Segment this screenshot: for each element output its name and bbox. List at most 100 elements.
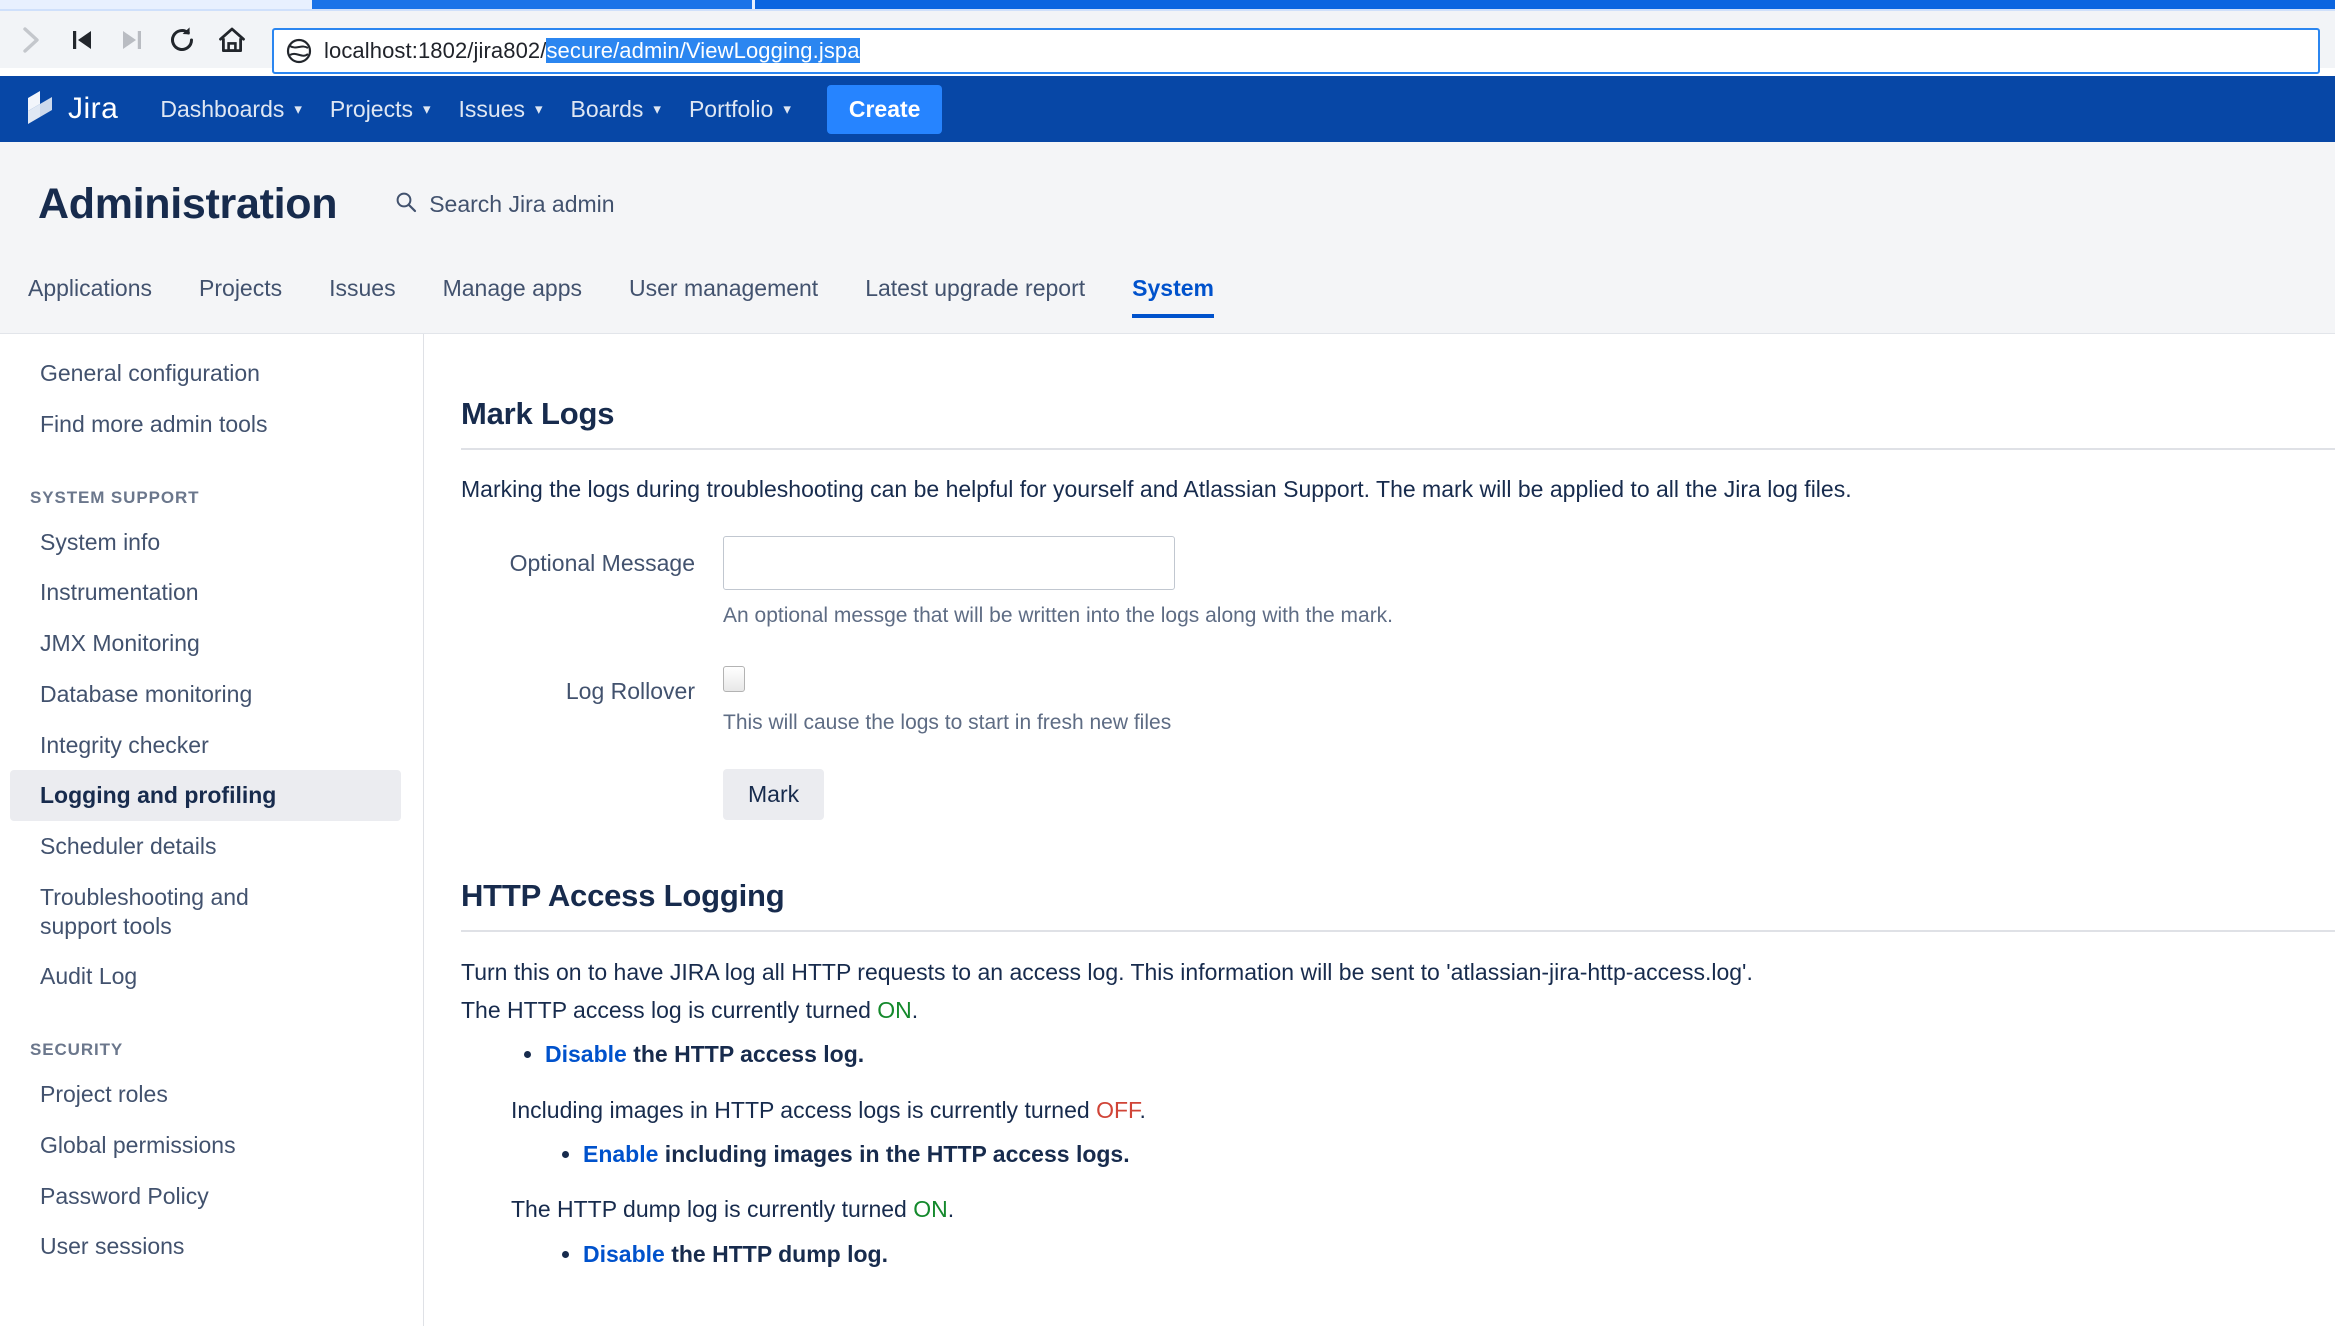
sidebar-item-find-more-admin-tools[interactable]: Find more admin tools <box>10 399 401 450</box>
browser-tab-other[interactable] <box>755 0 2335 9</box>
sidebar-item-user-sessions[interactable]: User sessions <box>10 1221 401 1272</box>
http-access-action-list: Disable the HTTP access log. <box>461 1037 2335 1072</box>
jira-logo-icon <box>26 89 60 130</box>
enable-images-http-access-link[interactable]: Enable <box>583 1141 658 1167</box>
chevron-down-icon: ▾ <box>783 102 791 117</box>
jira-logo-text: Jira <box>68 92 118 126</box>
sidebar-item-logging-and-profiling[interactable]: Logging and profiling <box>10 770 401 821</box>
jira-top-navigation: Jira Dashboards ▾ Projects ▾ Issues ▾ Bo… <box>0 76 2335 142</box>
browser-toolbar: localhost:1802/jira802/secure/admin/View… <box>0 11 2335 68</box>
url-prefix: localhost:1802/jira802/ <box>324 38 546 63</box>
sidebar-item-jmx-monitoring[interactable]: JMX Monitoring <box>10 618 401 669</box>
forward-icon[interactable] <box>110 18 154 62</box>
browser-tab-strip <box>0 0 2335 11</box>
nav-item-label: Dashboards <box>160 96 284 123</box>
http-access-status-line: The HTTP access log is currently turned … <box>461 994 2335 1027</box>
admin-search-placeholder: Search Jira admin <box>429 191 614 218</box>
main-content: Mark Logs Marking the logs during troubl… <box>425 334 2335 1326</box>
nav-item-projects[interactable]: Projects ▾ <box>316 76 445 142</box>
tab-user-management[interactable]: User management <box>629 267 818 318</box>
log-rollover-checkbox[interactable] <box>723 666 745 692</box>
jira-logo[interactable]: Jira <box>26 89 118 130</box>
disable-http-access-log-link[interactable]: Disable <box>545 1041 627 1067</box>
sidebar-item-troubleshooting-and-support-tools[interactable]: Troubleshooting and support tools <box>10 872 342 952</box>
list-item: Disable the HTTP access log. <box>545 1037 2335 1072</box>
admin-sidebar: General configuration Find more admin to… <box>0 334 424 1326</box>
chevron-down-icon: ▾ <box>535 102 543 117</box>
nav-item-label: Issues <box>459 96 525 123</box>
http-images-status-prefix: Including images in HTTP access logs is … <box>511 1097 1096 1123</box>
browser-tab-active[interactable] <box>312 0 752 9</box>
chevron-down-icon: ▾ <box>294 102 302 117</box>
http-images-action-list: Enable including images in the HTTP acce… <box>461 1137 2335 1172</box>
sidebar-item-instrumentation[interactable]: Instrumentation <box>10 567 401 618</box>
log-rollover-label: Log Rollover <box>461 658 723 820</box>
nav-item-label: Portfolio <box>689 96 773 123</box>
create-button[interactable]: Create <box>827 85 943 134</box>
http-access-status-value: ON <box>877 997 912 1023</box>
http-dump-status-prefix: The HTTP dump log is currently turned <box>511 1196 913 1222</box>
optional-message-description: An optional messge that will be written … <box>723 604 2335 628</box>
log-rollover-description: This will cause the logs to start in fre… <box>723 711 2335 735</box>
tab-system[interactable]: System <box>1132 267 1214 318</box>
list-item-text: including images in the HTTP access logs… <box>658 1141 1129 1167</box>
home-icon[interactable] <box>210 18 254 62</box>
sidebar-heading-security: SECURITY <box>0 1040 423 1060</box>
admin-search-input[interactable]: Search Jira admin <box>395 191 614 218</box>
admin-header: Administration Search Jira admin <box>0 142 2335 267</box>
sidebar-heading-system-support: SYSTEM SUPPORT <box>0 488 423 508</box>
sidebar-item-system-info[interactable]: System info <box>10 517 401 568</box>
tab-projects[interactable]: Projects <box>199 267 282 318</box>
url-selected-path: secure/admin/ViewLogging.jspa <box>546 38 859 63</box>
section-divider <box>461 448 2335 450</box>
tab-latest-upgrade-report[interactable]: Latest upgrade report <box>865 267 1085 318</box>
mark-button[interactable]: Mark <box>723 769 824 820</box>
disable-http-dump-log-link[interactable]: Disable <box>583 1241 665 1267</box>
section-divider <box>461 930 2335 932</box>
admin-tab-bar: Applications Projects Issues Manage apps… <box>0 267 2335 334</box>
http-dump-status-line: The HTTP dump log is currently turned ON… <box>511 1193 2335 1226</box>
http-images-status-value: OFF <box>1096 1097 1139 1123</box>
chevron-down-icon: ▾ <box>423 102 431 117</box>
optional-message-label: Optional Message <box>461 536 723 628</box>
chevron-down-icon: ▾ <box>653 102 661 117</box>
sidebar-item-project-roles[interactable]: Project roles <box>10 1069 401 1120</box>
mark-logs-title: Mark Logs <box>461 396 2335 432</box>
tab-applications[interactable]: Applications <box>28 267 152 318</box>
sidebar-item-audit-log[interactable]: Audit Log <box>10 951 401 1002</box>
tab-manage-apps[interactable]: Manage apps <box>443 267 582 318</box>
mark-logs-description: Marking the logs during troubleshooting … <box>461 473 2335 506</box>
sidebar-item-general-configuration[interactable]: General configuration <box>10 348 401 399</box>
reload-icon[interactable] <box>160 18 204 62</box>
nav-item-dashboards[interactable]: Dashboards ▾ <box>146 76 316 142</box>
nav-item-issues[interactable]: Issues ▾ <box>445 76 557 142</box>
list-item-text: the HTTP access log. <box>627 1041 864 1067</box>
http-access-status-prefix: The HTTP access log is currently turned <box>461 997 877 1023</box>
http-dump-status-suffix: . <box>948 1196 954 1222</box>
optional-message-input[interactable] <box>723 536 1175 590</box>
list-item: Disable the HTTP dump log. <box>583 1237 2335 1272</box>
nav-item-label: Boards <box>571 96 644 123</box>
sidebar-item-integrity-checker[interactable]: Integrity checker <box>10 720 401 771</box>
page-title: Administration <box>38 180 337 229</box>
back-icon[interactable] <box>60 18 104 62</box>
sidebar-item-database-monitoring[interactable]: Database monitoring <box>10 669 401 720</box>
http-access-logging-intro: Turn this on to have JIRA log all HTTP r… <box>461 956 2335 989</box>
tab-issues[interactable]: Issues <box>329 267 395 318</box>
http-access-logging-title: HTTP Access Logging <box>461 878 2335 914</box>
forward-chevron-icon[interactable] <box>10 18 54 62</box>
http-images-status-line: Including images in HTTP access logs is … <box>511 1094 2335 1127</box>
nav-item-portfolio[interactable]: Portfolio ▾ <box>675 76 805 142</box>
sidebar-item-password-policy[interactable]: Password Policy <box>10 1171 401 1222</box>
search-icon <box>395 191 417 218</box>
nav-item-label: Projects <box>330 96 413 123</box>
url-bar[interactable]: localhost:1802/jira802/secure/admin/View… <box>272 28 2320 74</box>
nav-item-boards[interactable]: Boards ▾ <box>557 76 675 142</box>
optional-message-row: Optional Message An optional messge that… <box>461 536 2335 628</box>
http-access-status-suffix: . <box>912 997 918 1023</box>
http-dump-action-list: Disable the HTTP dump log. <box>461 1237 2335 1272</box>
sidebar-top-spacer <box>0 334 423 348</box>
list-item: Enable including images in the HTTP acce… <box>583 1137 2335 1172</box>
sidebar-item-global-permissions[interactable]: Global permissions <box>10 1120 401 1171</box>
sidebar-item-scheduler-details[interactable]: Scheduler details <box>10 821 401 872</box>
